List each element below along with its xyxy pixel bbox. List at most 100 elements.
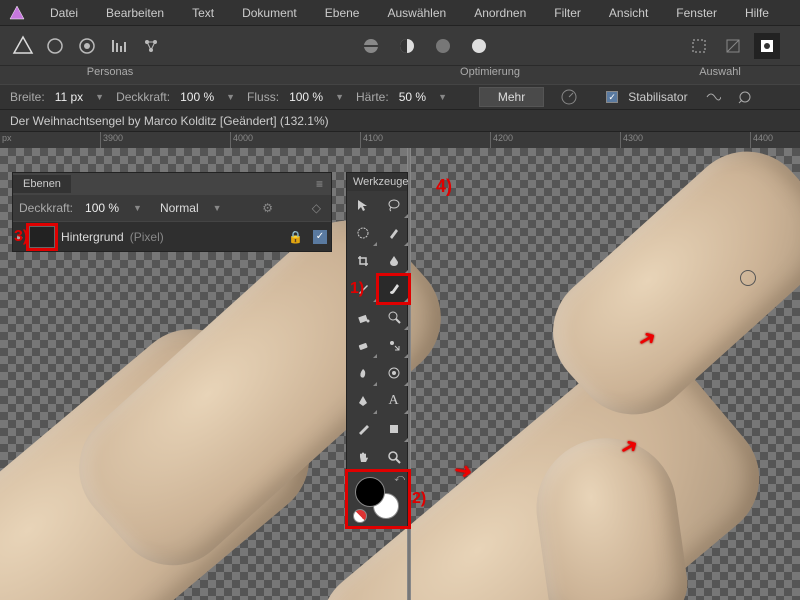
swap-colors-icon[interactable]: ⤺: [394, 473, 405, 484]
eyedropper-tool-icon[interactable]: [347, 415, 378, 443]
ruler-tick: 4300: [623, 133, 643, 143]
marquee-tool-icon[interactable]: [347, 219, 378, 247]
persona-photo-icon[interactable]: [10, 33, 36, 59]
haerte-label: Härte:: [356, 90, 389, 104]
split-half-icon[interactable]: [394, 33, 420, 59]
selection-brush-icon[interactable]: [378, 219, 409, 247]
split-full-icon[interactable]: [466, 33, 492, 59]
zoom-tool-icon[interactable]: [378, 443, 409, 471]
haerte-value[interactable]: 50 %: [395, 90, 430, 104]
menu-bar: Datei Bearbeiten Text Dokument Ebene Aus…: [0, 0, 800, 26]
menu-text[interactable]: Text: [178, 6, 228, 20]
context-toolbar: Breite: 11 px▼ Deckkraft: 100 %▼ Fluss: …: [0, 84, 800, 110]
window-mode-icon[interactable]: [732, 84, 758, 110]
blend-mode-select[interactable]: Normal: [154, 201, 205, 215]
layer-row[interactable]: ▸ Hintergrund (Pixel) 🔒 ✓: [13, 221, 331, 251]
crop-tool-icon[interactable]: [347, 247, 378, 275]
annotation-4: 4): [436, 176, 452, 197]
hand-tool-icon[interactable]: [347, 443, 378, 471]
split-mirror-icon[interactable]: [430, 33, 456, 59]
deckkraft-value[interactable]: 100 %: [176, 90, 218, 104]
layer-opacity-dd-icon[interactable]: ▼: [131, 203, 148, 213]
toolbar-labels: Personas Optimierung Auswahl: [0, 66, 800, 84]
menu-dokument[interactable]: Dokument: [228, 6, 311, 20]
fluss-label: Fluss:: [247, 90, 279, 104]
reset-colors-icon[interactable]: [353, 509, 367, 523]
flood-tool-icon[interactable]: [378, 247, 409, 275]
blend-dd-icon[interactable]: ▼: [211, 203, 228, 213]
annotation-2: 2): [412, 490, 426, 508]
haerte-dd-icon[interactable]: ▼: [436, 92, 453, 102]
color-swatch[interactable]: ⤺: [347, 471, 409, 527]
gear-icon[interactable]: ⚙: [258, 201, 277, 215]
deck-dd-icon[interactable]: ▼: [224, 92, 241, 102]
visibility-check[interactable]: ✓: [313, 230, 327, 244]
layer-type: (Pixel): [130, 230, 164, 244]
layer-thumbnail[interactable]: [29, 226, 55, 248]
menu-filter[interactable]: Filter: [540, 6, 595, 20]
optimierung-group: [358, 33, 492, 59]
breite-dd-icon[interactable]: ▼: [93, 92, 110, 102]
foreground-color-swatch[interactable]: [355, 477, 385, 507]
inpaint-tool-icon[interactable]: [347, 359, 378, 387]
deckkraft-label: Deckkraft:: [116, 90, 170, 104]
menu-ebene[interactable]: Ebene: [311, 6, 374, 20]
main-toolbar: [0, 26, 800, 66]
tools-panel[interactable]: Werkzeuge A ⤺: [346, 172, 408, 528]
mehr-button[interactable]: Mehr: [479, 87, 544, 107]
persona-develop-icon[interactable]: [74, 33, 100, 59]
menu-auswaehlen[interactable]: Auswählen: [373, 6, 460, 20]
lasso-tool-icon[interactable]: [378, 191, 409, 219]
vector-pen-icon[interactable]: [347, 387, 378, 415]
breite-value[interactable]: 11 px: [51, 90, 87, 104]
move-tool-icon[interactable]: [347, 191, 378, 219]
shape-tool-icon[interactable]: [378, 415, 409, 443]
document-title: Der Weihnachtsengel by Marco Kolditz [Ge…: [0, 110, 800, 132]
menu-datei[interactable]: Datei: [36, 6, 92, 20]
layer-opacity-label: Deckkraft:: [19, 201, 73, 215]
persona-export-icon[interactable]: [138, 33, 164, 59]
fill-tool-icon[interactable]: [347, 303, 378, 331]
menu-ansicht[interactable]: Ansicht: [595, 6, 662, 20]
rope-mode-icon[interactable]: [700, 84, 726, 110]
marquee-rect-icon[interactable]: [686, 33, 712, 59]
quickmask-icon[interactable]: [754, 33, 780, 59]
split-none-icon[interactable]: [358, 33, 384, 59]
ruler-tick: 4100: [363, 133, 383, 143]
annotation-3: 3): [14, 228, 28, 246]
annotation-1: 1): [350, 280, 364, 298]
lock-icon[interactable]: 🔒: [284, 230, 307, 244]
layers-panel[interactable]: Ebenen ≡ Deckkraft: 100 % ▼ Normal ▼ ⚙ ◇ ▸…: [12, 172, 332, 252]
stabilisator-check[interactable]: ✓: [606, 91, 618, 103]
menu-fenster[interactable]: Fenster: [662, 6, 731, 20]
pressure-icon[interactable]: [556, 84, 582, 110]
persona-tone-icon[interactable]: [106, 33, 132, 59]
auswahl-label: Auswahl: [670, 66, 770, 82]
personas-group: [10, 33, 164, 59]
eraser-tool-icon[interactable]: [347, 331, 378, 359]
stabilisator-label: Stabilisator: [628, 90, 687, 104]
panel-menu-icon[interactable]: ≡: [308, 177, 331, 191]
ruler-horizontal: px 3900 4000 4100 4200 4300 4400: [0, 132, 800, 148]
fluss-dd-icon[interactable]: ▼: [333, 92, 350, 102]
layer-name[interactable]: Hintergrund: [61, 230, 124, 244]
layer-opacity-value[interactable]: 100 %: [79, 201, 125, 215]
fx-icon[interactable]: ◇: [308, 201, 325, 215]
menu-hilfe[interactable]: Hilfe: [731, 6, 783, 20]
paint-brush-tool-icon[interactable]: [378, 275, 409, 303]
ruler-tick: 4400: [753, 133, 773, 143]
layers-controls: Deckkraft: 100 % ▼ Normal ▼ ⚙ ◇: [13, 195, 331, 221]
ruler-tick: 4000: [233, 133, 253, 143]
fluss-value[interactable]: 100 %: [285, 90, 327, 104]
persona-liquify-icon[interactable]: [42, 33, 68, 59]
layers-tab[interactable]: Ebenen: [13, 175, 71, 193]
text-tool-icon[interactable]: A: [378, 387, 409, 415]
redeye-tool-icon[interactable]: [378, 359, 409, 387]
ruler-tick: 3900: [103, 133, 123, 143]
optimierung-label: Optimierung: [390, 66, 590, 82]
marquee-diag-icon[interactable]: [720, 33, 746, 59]
clone-tool-icon[interactable]: [378, 331, 409, 359]
dodge-tool-icon[interactable]: [378, 303, 409, 331]
menu-bearbeiten[interactable]: Bearbeiten: [92, 6, 178, 20]
menu-anordnen[interactable]: Anordnen: [460, 6, 540, 20]
